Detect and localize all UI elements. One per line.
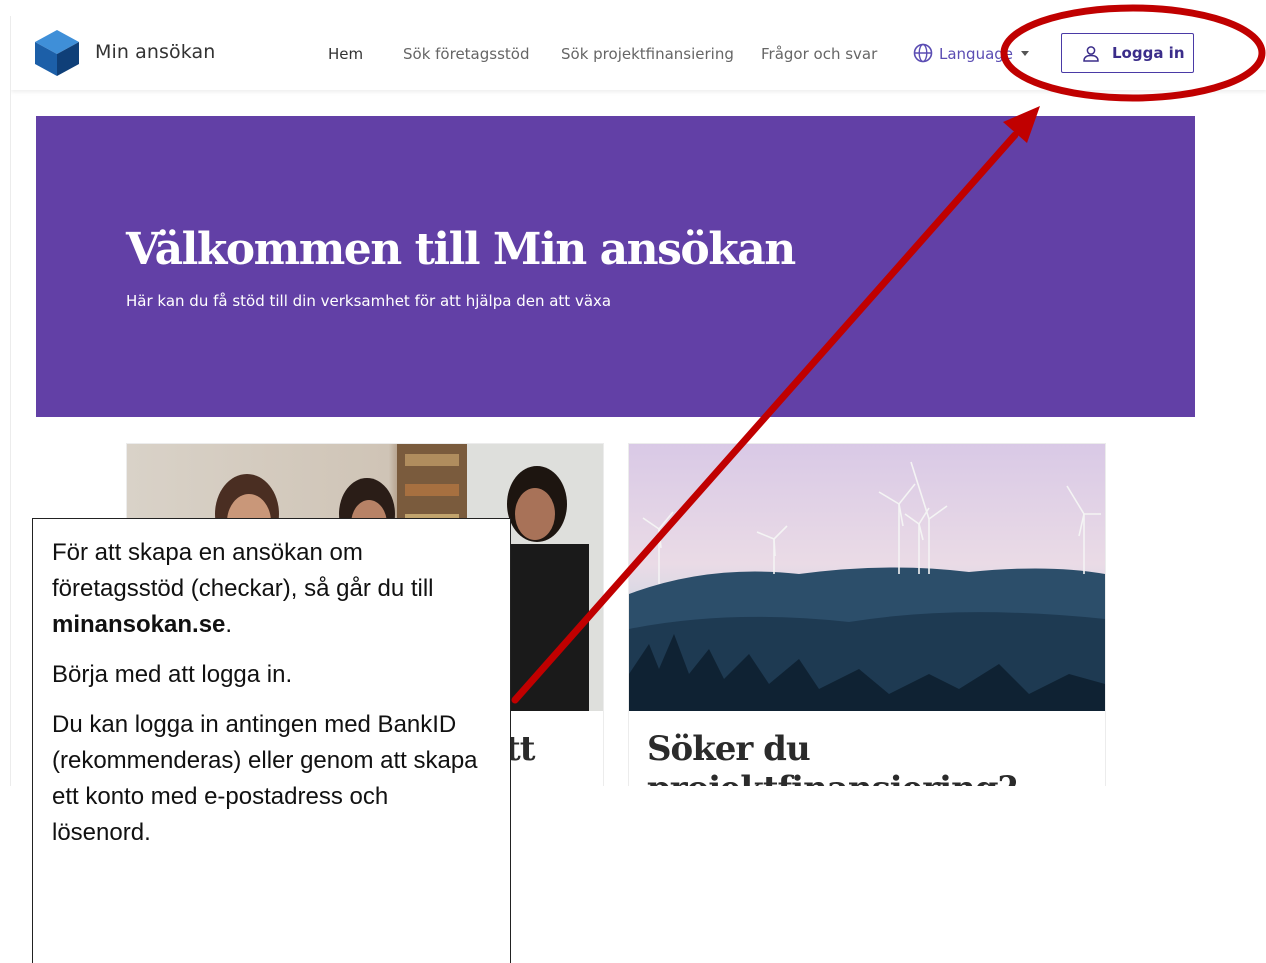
language-selector[interactable]: Language [913,42,1037,66]
project-funding-card[interactable]: Söker du projektfinansiering? [628,443,1106,786]
globe-icon [913,43,933,63]
login-button[interactable]: Logga in [1061,33,1194,73]
login-button-label: Logga in [1112,44,1185,62]
nav-search-project-funding[interactable]: Sök projektfinansiering [561,45,734,63]
callout-p1-text: För att skapa en ansökan om företagsstöd… [52,539,434,602]
nav-faq[interactable]: Frågor och svar [761,45,877,63]
language-label: Language [939,45,1014,63]
app-name[interactable]: Min ansökan [95,41,215,63]
user-icon [1083,46,1099,62]
callout-paragraph-3: Du kan logga in antingen med BankID (rek… [52,711,478,846]
chevron-down-icon [1021,51,1029,56]
project-funding-card-title: Söker du projektfinansiering? [647,729,1018,786]
wind-turbines-photo [629,444,1105,711]
nav-search-business-support[interactable]: Sök företagsstöd [403,45,529,63]
hero-banner: Välkommen till Min ansökan Här kan du få… [36,116,1195,417]
project-funding-title-line1: Söker du [647,729,811,769]
hero-title: Välkommen till Min ansökan [126,224,796,275]
instruction-callout: För att skapa en ansökan om företagsstöd… [32,518,511,963]
callout-site-link: minansokan.se [52,611,226,638]
nav-home[interactable]: Hem [328,45,363,63]
min-ansokan-logo[interactable] [35,30,79,76]
project-funding-title-line2: projektfinansiering? [647,769,1018,786]
hero-subtitle: Här kan du få stöd till din verksamhet f… [126,292,612,310]
callout-paragraph-1: För att skapa en ansökan om företagsstöd… [52,535,490,643]
top-navigation-bar: Min ansökan Hem Sök företagsstöd Sök pro… [11,16,1266,90]
callout-paragraph-2: Börja med att logga in. [52,661,293,688]
callout-p1-end: . [225,611,233,638]
